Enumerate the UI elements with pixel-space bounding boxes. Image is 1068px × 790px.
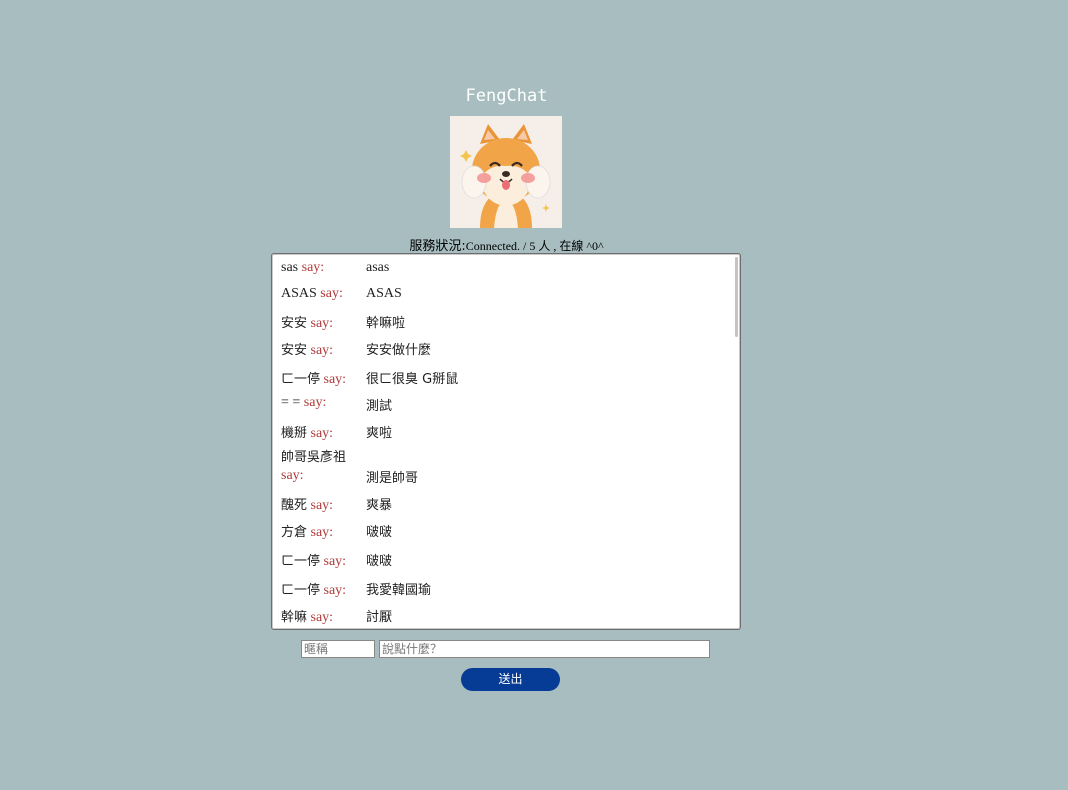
message-author: 帥哥吳彥祖	[281, 450, 347, 465]
message-author: ㄈ一停	[281, 583, 321, 598]
nickname-input[interactable]: 暱稱	[301, 640, 375, 658]
say-label: say:	[310, 498, 334, 513]
message-text: 測是帥哥	[366, 471, 419, 486]
service-status: 服務狀況:Connected. / 5 人 , 在線 ^0^	[0, 235, 1013, 254]
message-text: 安安做什麼	[366, 343, 432, 358]
shiba-avatar	[450, 116, 562, 228]
message-author: 醜死	[281, 498, 308, 513]
send-button[interactable]: 送出	[461, 668, 560, 691]
message-author: 方倉	[281, 525, 308, 540]
message-author: ㄈ一停	[281, 554, 321, 569]
say-label: say:	[310, 525, 334, 540]
say-label: say:	[303, 395, 327, 410]
message-author: ASAS	[281, 286, 317, 301]
say-label: say:	[320, 286, 343, 301]
message-author: 幹嘛	[281, 610, 308, 625]
message-text: 很ㄈ很臭 G掰鼠	[366, 372, 459, 387]
chat-log[interactable]: sas say: asas ASAS say: ASAS 安安 say: 幹嘛啦…	[271, 253, 741, 630]
say-label: say:	[281, 468, 304, 483]
message-text: 啵啵	[366, 554, 393, 569]
message-text: 我愛韓國瑜	[366, 583, 432, 598]
app-title: FengChat	[465, 86, 548, 106]
message-author: 安安	[281, 343, 308, 358]
message-author: 機掰	[281, 426, 308, 441]
say-label: say:	[323, 554, 347, 569]
status-label: 服務狀況:	[409, 239, 466, 254]
chat-scrollbar[interactable]	[735, 257, 738, 337]
message-text: 啵啵	[366, 525, 393, 540]
message-text: 討厭	[366, 610, 393, 625]
message-author: sas	[281, 260, 299, 275]
say-label: say:	[310, 343, 334, 358]
message-text: 幹嘛啦	[366, 316, 406, 331]
say-label: say:	[310, 426, 334, 441]
say-label: say:	[310, 610, 334, 625]
message-text: 爽啦	[366, 426, 393, 441]
status-value: Connected. / 5 人 , 在線 ^0^	[465, 239, 604, 253]
shiba-dog-icon	[450, 116, 562, 228]
message-author: ㄈ一停	[281, 372, 321, 387]
message-author: = =	[281, 395, 301, 410]
message-text: asas	[366, 260, 390, 275]
message-text: 爽暴	[366, 498, 393, 513]
message-author: 安安	[281, 316, 308, 331]
message-text: 測試	[366, 399, 393, 414]
message-text: ASAS	[366, 286, 402, 301]
say-label: say:	[310, 316, 334, 331]
say-label: say:	[323, 372, 347, 387]
message-input[interactable]: 說點什麼？	[379, 640, 710, 658]
say-label: say:	[301, 260, 325, 275]
say-label: say:	[323, 583, 347, 598]
